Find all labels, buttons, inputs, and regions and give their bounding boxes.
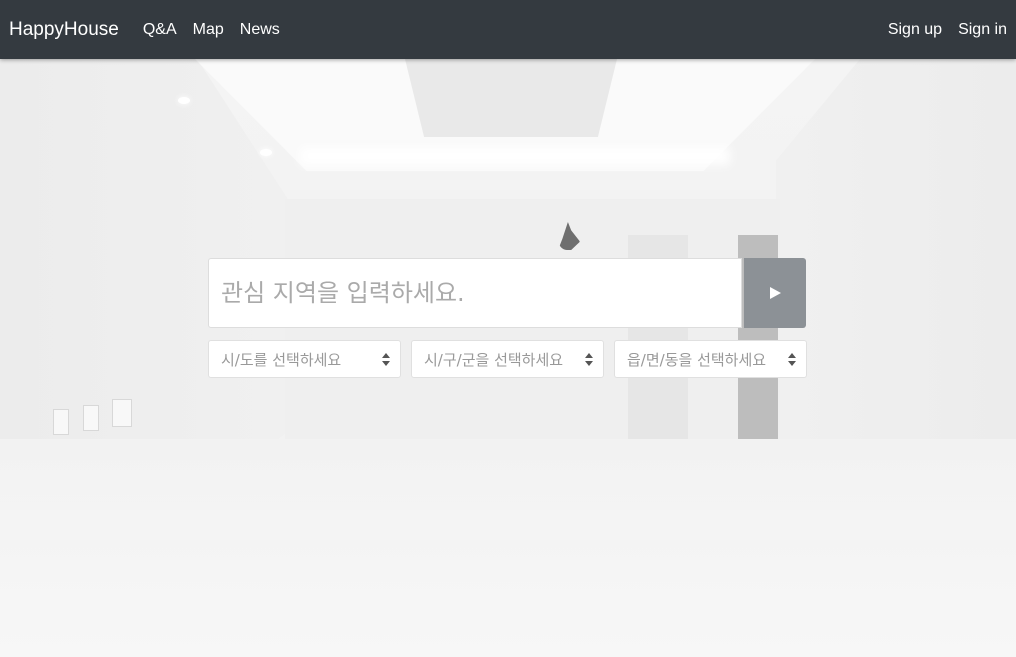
ceiling-light: [300, 147, 730, 165]
gugun-select[interactable]: 시/구/군을 선택하세요: [411, 340, 604, 378]
region-selects: 시/도를 선택하세요 시/구/군을 선택하세요 읍/면/동을 선택하세요: [208, 340, 807, 378]
nav-link-news[interactable]: News: [240, 21, 280, 39]
select-arrows-icon: [788, 353, 796, 366]
nav-right-group: Sign up Sign in: [872, 21, 1007, 39]
ceiling-light-dot: [260, 149, 272, 156]
search-input[interactable]: [208, 258, 742, 328]
search-button[interactable]: [744, 258, 806, 328]
sido-select-label: 시/도를 선택하세요: [221, 350, 342, 369]
select-arrows-icon: [585, 353, 593, 366]
wall-outlet: [53, 409, 69, 435]
wall-outlet: [112, 399, 132, 427]
sign-up-link[interactable]: Sign up: [888, 21, 942, 39]
ceiling-panel: [405, 59, 617, 137]
gugun-select-label: 시/구/군을 선택하세요: [424, 350, 564, 369]
dong-select-label: 읍/면/동을 선택하세요: [627, 350, 767, 369]
top-navbar: HappyHouse Q&A Map News Sign up Sign in: [0, 0, 1016, 59]
sido-select[interactable]: 시/도를 선택하세요: [208, 340, 401, 378]
select-arrows-icon: [382, 353, 390, 366]
nav-link-map[interactable]: Map: [193, 21, 224, 39]
wall-outlet: [83, 405, 99, 431]
search-bar: [208, 258, 806, 328]
dong-select[interactable]: 읍/면/동을 선택하세요: [614, 340, 807, 378]
ceiling-light-dot: [178, 97, 190, 104]
brand-logo[interactable]: HappyHouse: [9, 19, 119, 41]
floor: [0, 439, 1016, 657]
sign-in-link[interactable]: Sign in: [958, 21, 1007, 39]
play-icon: [769, 287, 781, 299]
nav-link-qna[interactable]: Q&A: [143, 21, 177, 39]
